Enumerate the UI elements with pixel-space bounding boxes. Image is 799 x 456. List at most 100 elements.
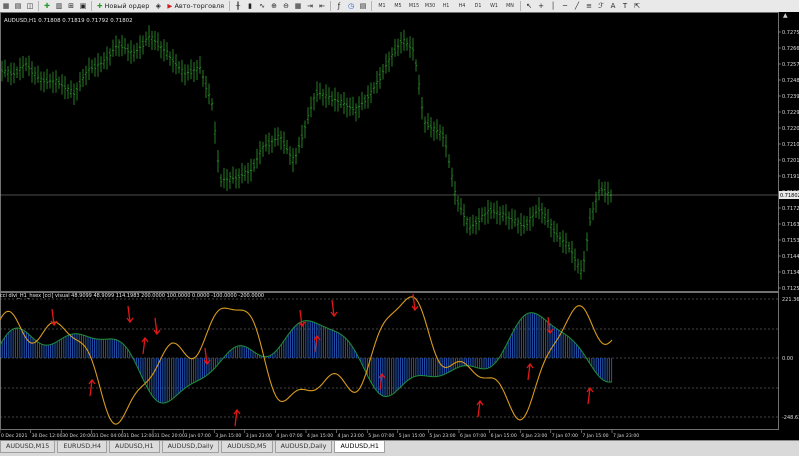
timeframe-w1[interactable]: W1	[487, 1, 501, 11]
tile-icon[interactable]: ▦	[293, 1, 303, 11]
time-label: 31 Dec 12:00	[123, 433, 154, 439]
tab-eurusd-h4[interactable]: EURUSD,H4	[57, 441, 108, 453]
timeframe-m15[interactable]: M15	[407, 1, 421, 11]
line-chart-icon[interactable]: ∿	[257, 1, 267, 11]
time-label: 3 Jan 15:00	[215, 433, 241, 439]
horizontal-line-icon[interactable]: ─	[560, 1, 570, 11]
chart-tabs-bar: AUDUSD,M15 EURUSD,H4 AUDUSD,H1 AUDUSD,Da…	[0, 440, 799, 456]
price-label: 0.71725	[782, 206, 799, 212]
profiles-icon[interactable]: ▤	[13, 1, 23, 11]
indicator-axis-label: -248.6369	[782, 415, 799, 421]
price-label: 0.72105	[782, 142, 799, 148]
price-label: 0.72575	[782, 62, 799, 68]
time-label: 7 Jan 23:00	[613, 433, 639, 439]
tab-audusd-daily-2[interactable]: AUDUSD,Daily	[274, 441, 333, 453]
time-axis: 0 Dec 2021 30 Dec 12:00 30 Dec 20:00 31 Dec…	[0, 430, 639, 439]
price-label: 0.71440	[782, 254, 799, 260]
time-label: 30 Dec 12:00	[32, 433, 63, 439]
tab-audusd-h1[interactable]: AUDUSD,H1	[109, 441, 160, 453]
cursor-icon[interactable]: ↖	[524, 1, 534, 11]
arrow-icon[interactable]: ⇱	[632, 1, 642, 11]
time-label: 4 Jan 07:00	[276, 433, 302, 439]
time-label: 5 Jan 15:00	[399, 433, 425, 439]
price-panel-frame	[0, 12, 779, 292]
toolbar-separator	[229, 1, 231, 11]
toolbar-separator	[371, 1, 373, 11]
market-watch-icon[interactable]: ◫	[25, 1, 35, 11]
indicator-info-label: cci divi_H1_hsex [cci] visual 48.9099 48…	[0, 293, 264, 299]
text-icon[interactable]: A	[608, 1, 618, 11]
zoom-out-icon[interactable]: ⊖	[281, 1, 291, 11]
time-label: 4 Jan 15:00	[307, 433, 333, 439]
autotrading-icon: ▶	[167, 2, 173, 10]
channel-icon[interactable]: ≡	[584, 1, 594, 11]
periods-icon[interactable]: ◷	[346, 1, 356, 11]
time-label: 7 Jan 15:00	[582, 433, 608, 439]
new-order-button[interactable]: ✚ Новый ордер	[95, 1, 151, 11]
strategy-tester-icon[interactable]: ⊞	[66, 1, 76, 11]
price-label: 0.72485	[782, 78, 799, 84]
tab-audusd-daily[interactable]: AUDUSD,Daily	[161, 441, 220, 453]
current-price-label: 0.71802	[780, 193, 799, 199]
price-axis: 0.72755 0.72660 0.72575 0.72485 0.72390 0.722…	[778, 30, 799, 421]
timeframe-h4[interactable]: H4	[455, 1, 469, 11]
price-panel	[0, 12, 779, 292]
tab-audusd-m15[interactable]: AUDUSD,M15	[0, 441, 56, 453]
metaquotes-icon[interactable]: ◈	[153, 1, 163, 11]
timeframe-h1[interactable]: H1	[439, 1, 453, 11]
price-label: 0.72755	[782, 30, 799, 36]
autotrading-label: Авто-торговля	[174, 2, 225, 10]
indicator-panel	[0, 292, 779, 430]
timeframe-mn[interactable]: MN	[503, 1, 517, 11]
toolbar-separator	[330, 1, 332, 11]
price-label: 0.71535	[782, 238, 799, 244]
time-label: 3 Jan 23:00	[246, 433, 272, 439]
time-label: 30 Dec 20:00	[62, 433, 93, 439]
time-label: 6 Jan 15:00	[491, 433, 517, 439]
timeframe-m1[interactable]: M1	[375, 1, 389, 11]
chart-canvas[interactable]: 0.72755 0.72660 0.72575 0.72485 0.72390 0.722…	[0, 12, 799, 439]
navigator-icon[interactable]: ✚	[42, 1, 52, 11]
price-label: 0.72660	[782, 46, 799, 52]
autoscroll-icon[interactable]: ⇥	[305, 1, 315, 11]
price-label: 0.72010	[782, 158, 799, 164]
time-label: 0 Dec 2021	[1, 433, 28, 439]
text-label-icon[interactable]: T	[620, 1, 630, 11]
crosshair-icon[interactable]: +	[536, 1, 546, 11]
timeframe-m30[interactable]: M30	[423, 1, 437, 11]
time-label: 6 Jan 07:00	[460, 433, 486, 439]
templates-icon[interactable]: ▤	[358, 1, 368, 11]
trend-line-icon[interactable]: ╱	[572, 1, 582, 11]
chart-shift-icon[interactable]: ⇤	[317, 1, 327, 11]
indicators-icon[interactable]: ƒ	[334, 1, 344, 11]
autotrading-button[interactable]: ▶ Авто-торговля	[165, 1, 226, 11]
time-label: 4 Jan 23:00	[338, 433, 364, 439]
tab-audusd-m5[interactable]: AUDUSD,M5	[221, 441, 273, 453]
price-label: 0.71345	[782, 270, 799, 276]
candlestick-icon[interactable]: ▮	[245, 1, 255, 11]
time-label: 7 Jan 07:00	[552, 433, 578, 439]
price-label: 0.71250	[782, 286, 799, 292]
timeframe-m5[interactable]: M5	[391, 1, 405, 11]
chart-info-label: AUDUSD,H1 0.71808 0.71819 0.71792 0.7180…	[4, 18, 133, 24]
vertical-line-icon[interactable]: │	[548, 1, 558, 11]
chart-area[interactable]: 0.72755 0.72660 0.72575 0.72485 0.72390 0.722…	[0, 12, 799, 439]
bar-chart-icon[interactable]: ╫	[233, 1, 243, 11]
chart-shift-marker-icon: ▲	[783, 12, 788, 19]
metaeditor-icon[interactable]: ▣	[78, 1, 88, 11]
price-label: 0.71915	[782, 174, 799, 180]
time-label: 3 Jan 07:00	[185, 433, 211, 439]
toolbar-separator	[520, 1, 522, 11]
zoom-in-icon[interactable]: ⊕	[269, 1, 279, 11]
time-label: 6 Jan 23:00	[521, 433, 547, 439]
tab-audusd-h1-active[interactable]: AUDUSD,H1	[334, 441, 385, 453]
new-chart-icon[interactable]: ▦	[1, 1, 11, 11]
fibonacci-icon[interactable]: ℱ	[596, 1, 606, 11]
price-label: 0.71630	[782, 222, 799, 228]
price-label: 0.72295	[782, 110, 799, 116]
terminal-icon[interactable]: ▥	[54, 1, 64, 11]
indicator-axis-label: 221.3637	[782, 297, 799, 303]
new-order-icon: ✚	[97, 2, 103, 10]
time-label: 31 Dec 20:00	[154, 433, 185, 439]
timeframe-d1[interactable]: D1	[471, 1, 485, 11]
